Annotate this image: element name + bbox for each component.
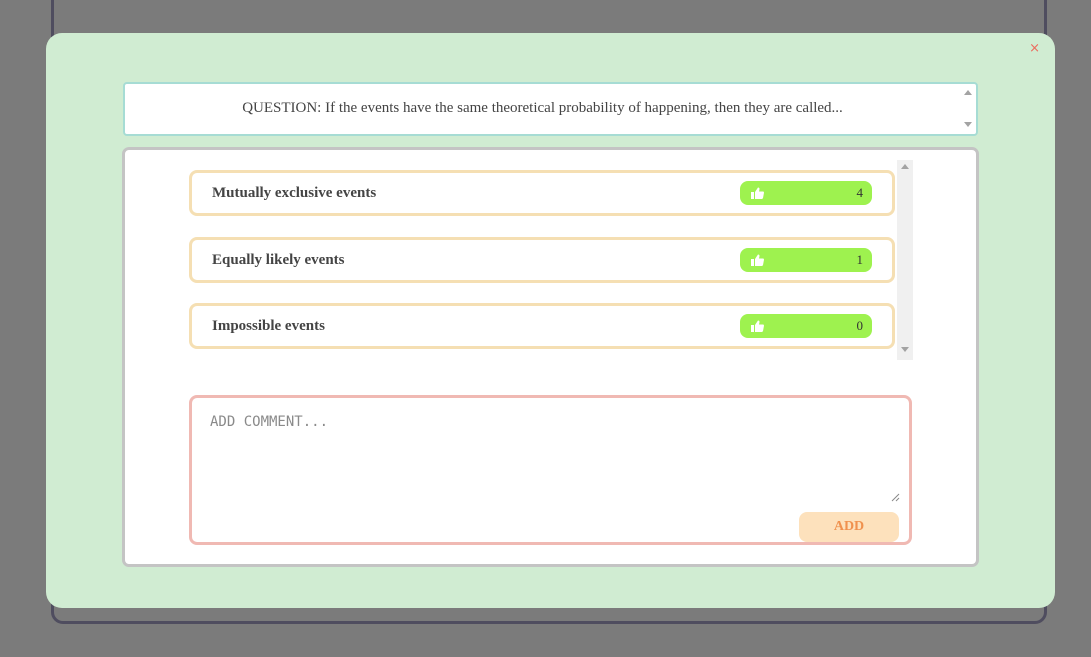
upvote-button[interactable]: 4: [740, 181, 872, 205]
vote-count: 1: [856, 252, 864, 267]
scroll-down-arrow-icon[interactable]: [964, 122, 972, 127]
upvote-button[interactable]: 1: [740, 248, 872, 272]
vote-count: 0: [856, 318, 864, 333]
question-modal: × QUESTION: If the events have the same …: [46, 33, 1055, 608]
answer-label: Impossible events: [212, 318, 325, 334]
scroll-up-arrow-icon[interactable]: [964, 90, 972, 95]
scroll-down-arrow-icon[interactable]: [901, 347, 909, 352]
answer-item: Equally likely events 1: [189, 237, 895, 283]
comment-input[interactable]: [204, 410, 898, 502]
comment-panel: ADD: [189, 395, 912, 545]
vote-count: 4: [856, 185, 864, 200]
scroll-up-arrow-icon[interactable]: [901, 164, 909, 169]
answer-label: Equally likely events: [212, 252, 345, 268]
question-panel: QUESTION: If the events have the same th…: [123, 82, 978, 136]
answer-item: Impossible events 0: [189, 303, 895, 349]
question-text: QUESTION: If the events have the same th…: [242, 100, 843, 116]
answer-label: Mutually exclusive events: [212, 185, 377, 201]
thumbs-up-icon: [751, 187, 764, 199]
add-comment-button[interactable]: ADD: [799, 512, 899, 542]
answer-item: Mutually exclusive events 4: [189, 170, 895, 216]
close-icon[interactable]: ×: [1029, 41, 1040, 57]
answers-scrollbar[interactable]: [897, 160, 913, 360]
upvote-button[interactable]: 0: [740, 314, 872, 338]
question-scrollbar[interactable]: [962, 86, 974, 132]
answers-panel: Mutually exclusive events 4 Equally like…: [122, 147, 979, 567]
thumbs-up-icon: [751, 320, 764, 332]
resize-grip-icon[interactable]: [890, 492, 900, 502]
thumbs-up-icon: [751, 254, 764, 266]
answers-list: Mutually exclusive events 4 Equally like…: [189, 160, 913, 360]
